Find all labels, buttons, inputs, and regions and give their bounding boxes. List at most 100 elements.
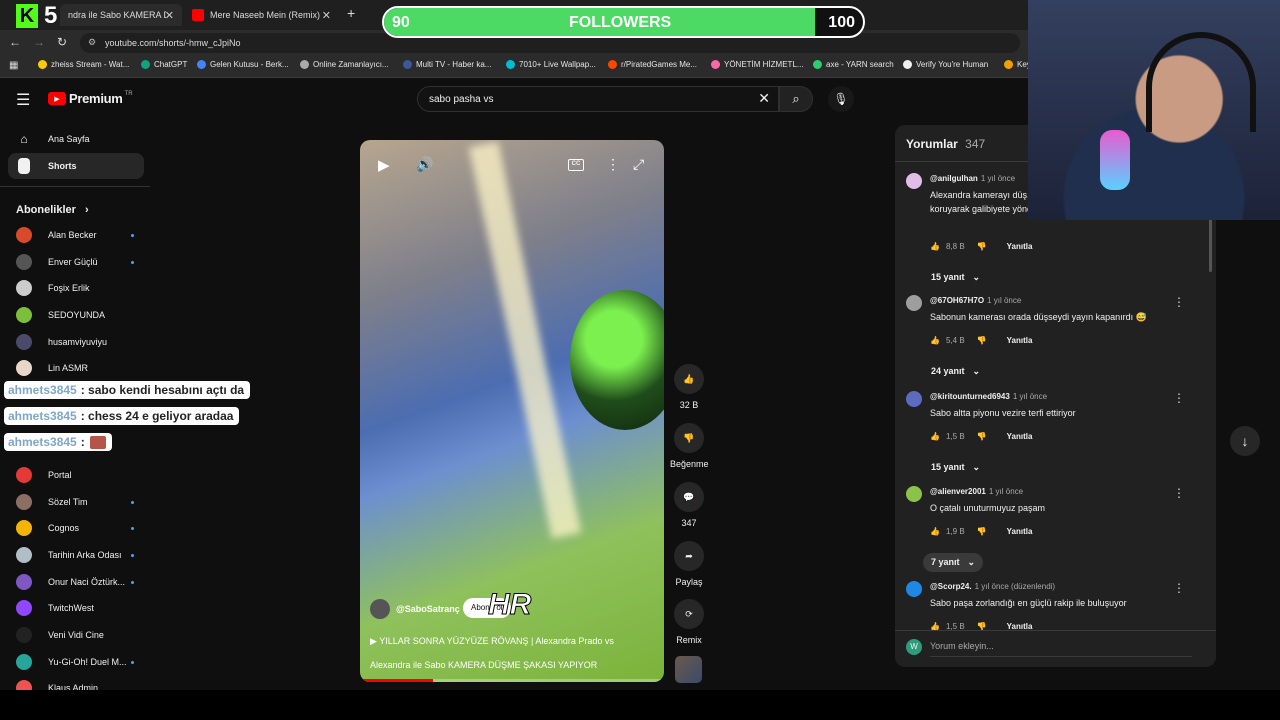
voice-search-button[interactable]: 🎙 [828, 86, 854, 112]
comment-avatar[interactable] [906, 391, 922, 407]
clear-search-icon[interactable]: ✕ [758, 90, 770, 107]
comments-scrollbar[interactable] [1209, 217, 1212, 272]
more-options-icon[interactable]: ⋮ [606, 156, 620, 173]
comment-avatar[interactable] [906, 581, 922, 597]
sidebar-item-shorts[interactable]: Shorts [8, 153, 144, 179]
sidebar-subscription-item[interactable]: Portal [8, 462, 144, 488]
bookmark-item[interactable]: Verify You're Human [903, 60, 988, 69]
bookmark-item[interactable]: YÖNETİM HİZMETL... [711, 60, 804, 69]
channel-avatar-icon [16, 627, 32, 643]
reply-button[interactable]: Yanıtla [1007, 242, 1033, 251]
play-button[interactable]: ▶ [378, 156, 390, 174]
sound-thumbnail[interactable] [675, 656, 702, 683]
bookmark-item[interactable]: zheiss Stream - Wat... [38, 60, 129, 69]
add-comment-input[interactable]: Yorum ekleyin... [930, 641, 1192, 657]
like-button[interactable]: 👍 32 B [670, 364, 708, 410]
video-light-streak [468, 141, 582, 539]
dislike-icon[interactable]: 👎 [977, 242, 987, 251]
channel-avatar[interactable] [370, 599, 390, 619]
site-info-icon[interactable]: ⚙ [88, 37, 96, 48]
back-icon[interactable]: ← [9, 35, 21, 49]
replies-count: 24 yanıt [931, 366, 965, 376]
comment-author[interactable]: @anilgulhan 1 yıl önce [930, 174, 1015, 183]
like-icon[interactable]: 👍 [930, 336, 940, 345]
comment-menu-icon[interactable]: ⋮ [1173, 295, 1185, 309]
bookmark-label: YÖNETİM HİZMETL... [724, 60, 804, 69]
search-box[interactable]: sabo pasha vs ✕ [417, 86, 779, 112]
replies-toggle[interactable]: 24 yanıt ⌄ [923, 362, 988, 381]
dislike-icon[interactable]: 👎 [977, 432, 987, 441]
like-icon[interactable]: 👍 [930, 432, 940, 441]
captions-icon[interactable]: CC [568, 159, 584, 171]
apps-grid-icon[interactable]: ▦ [9, 60, 18, 71]
reply-button[interactable]: Yanıtla [1007, 527, 1033, 536]
remix-button[interactable]: ⟳ Remix [670, 599, 708, 645]
browser-tab-active[interactable]: ndra ile Sabo KAMERA DÜ ✕ [60, 4, 182, 26]
short-title[interactable]: ▶ YILLAR SONRA YÜZYÜZE RÖVANŞ | Alexandr… [370, 629, 660, 677]
comment-avatar[interactable] [906, 295, 922, 311]
video-progress-bar[interactable] [360, 679, 664, 682]
reload-icon[interactable]: ↻ [57, 35, 67, 49]
bookmark-item[interactable]: r/PiratedGames Me... [608, 60, 697, 69]
reply-button[interactable]: Yanıtla [1007, 432, 1033, 441]
comment-menu-icon[interactable]: ⋮ [1173, 581, 1185, 595]
sidebar-subscription-item[interactable]: Onur Naci Öztürk... [8, 569, 144, 595]
sidebar-subscription-item[interactable]: Yu-Gi-Oh! Duel M... [8, 649, 144, 675]
sidebar-subscription-item[interactable]: Lin ASMR [8, 355, 144, 381]
channel-name[interactable]: @SaboSatranç [396, 604, 460, 614]
comment-avatar[interactable] [906, 486, 922, 502]
bookmark-item[interactable]: axe - YARN search [813, 60, 894, 69]
bookmark-item[interactable]: Online Zamanlayıcı... [300, 60, 389, 69]
sidebar-subscription-item[interactable]: SEDOYUNDA [8, 302, 144, 328]
replies-toggle[interactable]: 7 yanıt ⌄ [923, 553, 984, 572]
dislike-icon[interactable]: 👎 [977, 336, 987, 345]
like-icon[interactable]: 👍 [930, 242, 940, 251]
scroll-down-button[interactable]: ↓ [1230, 426, 1260, 456]
sidebar-item-home[interactable]: ⌂ Ana Sayfa [8, 126, 144, 152]
bookmark-item[interactable]: ChatGPT [141, 60, 187, 69]
subscriptions-heading[interactable]: Abonelikler › [16, 204, 89, 216]
comment-author[interactable]: @Scorp24. 1 yıl önce (düzenlendi) [930, 582, 1055, 591]
comment-author[interactable]: @kiritounturned6943 1 yıl önce [930, 392, 1047, 401]
comment-author[interactable]: @alienver2001 1 yıl önce [930, 487, 1023, 496]
fullscreen-icon[interactable]: ⤢ [633, 156, 644, 173]
comment-like-count: 1,5 B [945, 432, 965, 441]
replies-toggle[interactable]: 15 yanıt ⌄ [923, 268, 988, 287]
comment-author[interactable]: @67OH67H7O 1 yıl önce [930, 296, 1021, 305]
close-tab-icon[interactable]: ✕ [322, 9, 331, 22]
replies-toggle[interactable]: 15 yanıt ⌄ [923, 458, 988, 477]
sidebar-subscription-item[interactable]: TwitchWest [8, 595, 144, 621]
sidebar-subscription-item[interactable]: husamviyuviyu [8, 329, 144, 355]
comment-avatar[interactable] [906, 173, 922, 189]
browser-tab[interactable]: Mere Naseeb Mein (Remix) - Ba ✕ [184, 4, 339, 26]
sidebar-subscription-item[interactable]: Enver Güçlü [8, 249, 144, 275]
search-button[interactable]: ⌕ [779, 86, 813, 112]
search-input[interactable]: sabo pasha vs [429, 94, 494, 105]
youtube-logo[interactable]: ▶ Premium TR [48, 91, 133, 106]
sidebar-subscription-item[interactable]: Sözel Tim [8, 489, 144, 515]
bookmark-item[interactable]: Multi TV - Haber ka... [403, 60, 491, 69]
bookmark-item[interactable]: Key [1004, 60, 1031, 69]
sidebar-subscription-item[interactable]: Foşix Erlik [8, 275, 144, 301]
bookmark-favicon-icon [506, 60, 515, 69]
sidebar-subscription-item[interactable]: Cognos [8, 515, 144, 541]
sidebar-subscription-item[interactable]: Tarihin Arka Odası [8, 542, 144, 568]
forward-icon[interactable]: → [33, 35, 45, 49]
like-icon[interactable]: 👍 [930, 527, 940, 536]
comment-menu-icon[interactable]: ⋮ [1173, 391, 1185, 405]
close-tab-icon[interactable]: ✕ [165, 9, 174, 22]
comments-button[interactable]: 💬 347 [670, 482, 708, 528]
bookmark-item[interactable]: Gelen Kutusu - Berk... [197, 60, 289, 69]
volume-icon[interactable]: 🔊 [416, 156, 433, 173]
share-button[interactable]: ➦ Paylaş [670, 541, 708, 587]
sidebar-subscription-item[interactable]: Veni Vidi Cine [8, 622, 144, 648]
sidebar-subscription-item[interactable]: Alan Becker [8, 222, 144, 248]
short-video-player[interactable]: ▶ 🔊 CC ⋮ ⤢ @SaboSatranç Abone ol HR ▶ YI… [360, 140, 664, 682]
menu-icon[interactable]: ☰ [16, 90, 30, 110]
comment-menu-icon[interactable]: ⋮ [1173, 486, 1185, 500]
dislike-button[interactable]: 👎 Beğenme [670, 423, 709, 469]
dislike-icon[interactable]: 👎 [977, 527, 987, 536]
reply-button[interactable]: Yanıtla [1007, 336, 1033, 345]
bookmark-item[interactable]: 7010+ Live Wallpap... [506, 60, 596, 69]
new-tab-button[interactable]: + [347, 5, 355, 21]
